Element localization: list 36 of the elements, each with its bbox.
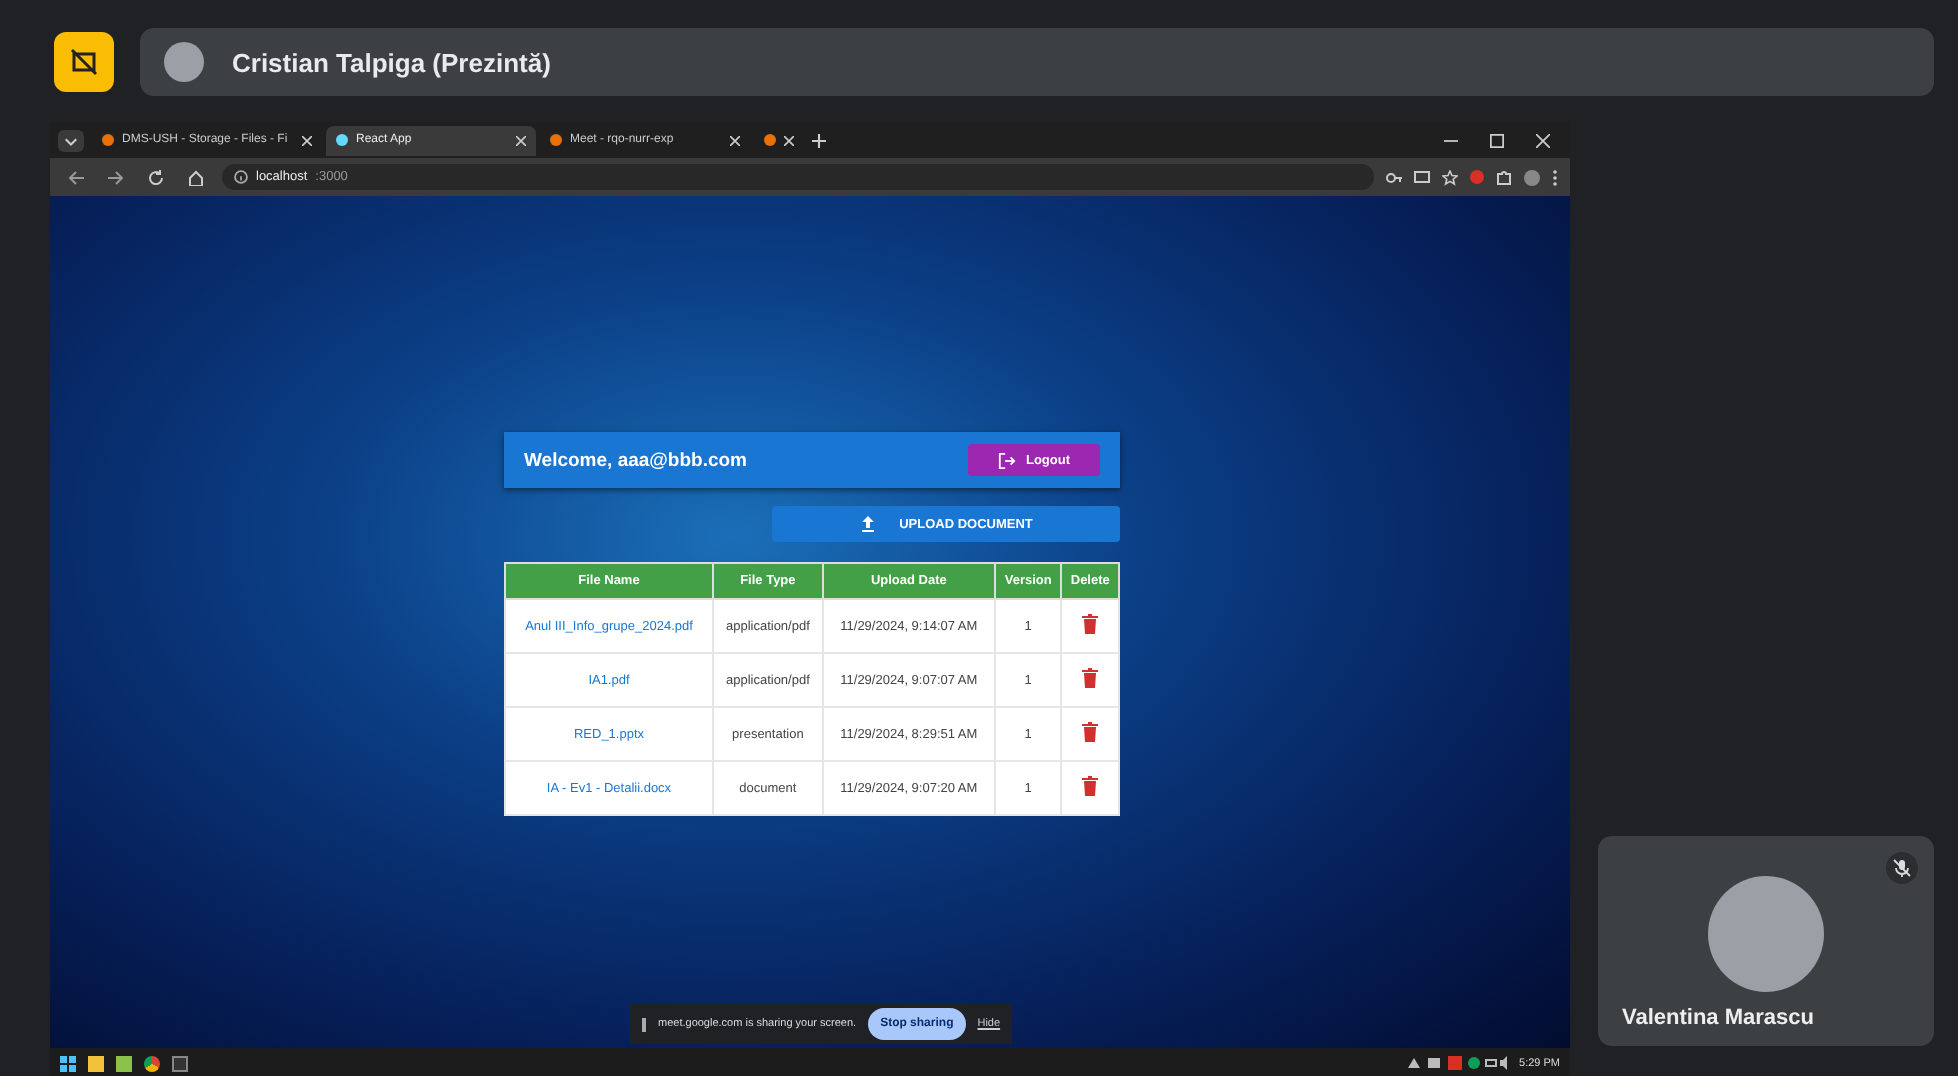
- drag-handle-icon[interactable]: [642, 1017, 646, 1031]
- delete-icon[interactable]: [1082, 722, 1099, 742]
- close-tab-icon[interactable]: [784, 135, 794, 145]
- delete-icon[interactable]: [1082, 668, 1099, 688]
- menu-icon[interactable]: [1552, 169, 1558, 185]
- participant-name: Valentina Marascu: [1622, 1006, 1814, 1030]
- delete-icon[interactable]: [1082, 614, 1099, 634]
- presenting-button[interactable]: [54, 32, 114, 92]
- upload-icon: [859, 516, 876, 532]
- avatar: [164, 42, 204, 82]
- star-icon[interactable]: [1442, 169, 1458, 185]
- logout-icon: [997, 451, 1016, 469]
- close-tab-icon[interactable]: [730, 135, 740, 145]
- tab-search-button[interactable]: [58, 129, 84, 151]
- maximize-icon[interactable]: [1490, 133, 1504, 147]
- forward-icon[interactable]: [106, 169, 126, 185]
- system-tray-icons[interactable]: [1407, 1056, 1508, 1070]
- close-icon[interactable]: [1536, 133, 1550, 147]
- delete-icon[interactable]: [1082, 776, 1099, 796]
- presenter-name: Cristian Talpiga (Prezintă): [232, 47, 551, 77]
- profile-avatar[interactable]: [1524, 169, 1540, 185]
- browser-icon[interactable]: [144, 1055, 160, 1071]
- home-icon[interactable]: [186, 169, 206, 185]
- cast-icon[interactable]: [1414, 169, 1430, 185]
- info-icon: [234, 170, 248, 184]
- close-tab-icon[interactable]: [302, 135, 312, 145]
- windows-icon[interactable]: [60, 1055, 76, 1071]
- welcome-text: Welcome, aaa@bbb.com: [524, 449, 748, 471]
- back-icon[interactable]: [66, 169, 86, 185]
- chevron-down-icon: [64, 133, 78, 147]
- reload-icon[interactable]: [146, 169, 166, 185]
- screen-off-icon: [70, 48, 98, 76]
- key-icon[interactable]: [1386, 169, 1402, 185]
- terminal-icon[interactable]: [172, 1055, 188, 1071]
- close-tab-icon[interactable]: [516, 135, 526, 145]
- new-tab-icon[interactable]: [812, 133, 826, 147]
